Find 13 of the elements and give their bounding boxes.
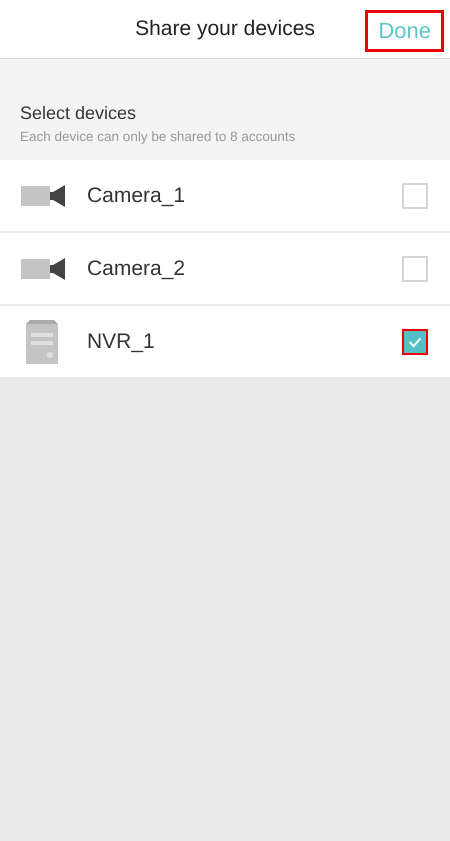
device-row[interactable]: Camera_1 bbox=[0, 160, 450, 231]
checkbox[interactable] bbox=[402, 328, 428, 354]
device-row[interactable]: Camera_2 bbox=[0, 233, 450, 304]
device-name: NVR_1 bbox=[87, 330, 156, 354]
screen-title: Share your devices bbox=[135, 17, 315, 41]
section-title: Select devices bbox=[20, 103, 136, 124]
device-name: Camera_2 bbox=[87, 256, 186, 280]
server-icon bbox=[26, 320, 58, 364]
video-camera-icon bbox=[21, 256, 65, 280]
section-subtitle: Each device can only be shared to 8 accounts bbox=[20, 129, 296, 144]
video-camera-icon bbox=[21, 184, 65, 208]
device-name: Camera_1 bbox=[87, 184, 186, 208]
device-row[interactable]: NVR_1 bbox=[0, 306, 450, 377]
